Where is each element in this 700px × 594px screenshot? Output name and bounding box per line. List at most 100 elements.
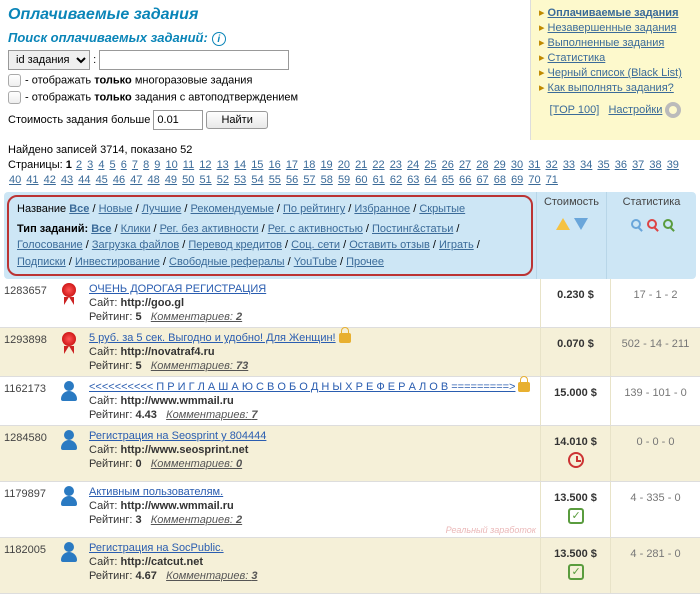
filter-link[interactable]: Рег. без активности bbox=[160, 223, 259, 235]
page-link[interactable]: 26 bbox=[442, 159, 454, 171]
page-link[interactable]: 20 bbox=[338, 159, 350, 171]
mag-green-icon[interactable] bbox=[663, 219, 673, 229]
sidebar-link[interactable]: Черный список (Black List) bbox=[548, 67, 682, 79]
page-link[interactable]: 12 bbox=[199, 159, 211, 171]
page-link[interactable]: 19 bbox=[320, 159, 332, 171]
page-link[interactable]: 59 bbox=[338, 174, 350, 186]
filter-link[interactable]: Голосование bbox=[17, 239, 83, 251]
page-link[interactable]: 38 bbox=[649, 159, 661, 171]
page-link[interactable]: 34 bbox=[580, 159, 592, 171]
page-link[interactable]: 66 bbox=[459, 174, 471, 186]
gear-icon[interactable] bbox=[665, 102, 681, 118]
page-link[interactable]: 5 bbox=[110, 159, 116, 171]
comments-link[interactable]: Комментариев: 2 bbox=[151, 514, 242, 526]
page-link[interactable]: 63 bbox=[407, 174, 419, 186]
sort-down-icon[interactable] bbox=[574, 218, 588, 230]
page-link[interactable]: 32 bbox=[546, 159, 558, 171]
filter-link[interactable]: Лучшие bbox=[142, 203, 182, 215]
filter-link[interactable]: YouTube bbox=[294, 256, 337, 268]
comments-link[interactable]: Комментариев: 3 bbox=[166, 570, 257, 582]
page-link[interactable]: 6 bbox=[121, 159, 127, 171]
page-link[interactable]: 45 bbox=[96, 174, 108, 186]
page-link[interactable]: 42 bbox=[44, 174, 56, 186]
page-link[interactable]: 70 bbox=[528, 174, 540, 186]
filter-link[interactable]: Соц. сети bbox=[291, 239, 340, 251]
page-link[interactable]: 8 bbox=[143, 159, 149, 171]
page-link[interactable]: 9 bbox=[154, 159, 160, 171]
comments-link[interactable]: Комментариев: 7 bbox=[166, 409, 257, 421]
sidebar-link[interactable]: Оплачиваемые задания bbox=[548, 7, 679, 19]
page-link[interactable]: 51 bbox=[199, 174, 211, 186]
page-link[interactable]: 27 bbox=[459, 159, 471, 171]
mag-blue-icon[interactable] bbox=[631, 219, 641, 229]
page-link[interactable]: 58 bbox=[321, 174, 333, 186]
filter-link[interactable]: Рег. с активностью bbox=[268, 223, 363, 235]
find-button[interactable]: Найти bbox=[206, 111, 267, 129]
filter-link[interactable]: Инвестирование bbox=[75, 256, 160, 268]
page-link[interactable]: 44 bbox=[78, 174, 90, 186]
comments-link[interactable]: Комментариев: 2 bbox=[151, 311, 242, 323]
page-link[interactable]: 23 bbox=[390, 159, 402, 171]
top100-link[interactable]: [TOP 100] bbox=[550, 104, 600, 116]
page-link[interactable]: 37 bbox=[632, 159, 644, 171]
page-link[interactable]: 39 bbox=[667, 159, 679, 171]
page-link[interactable]: 46 bbox=[113, 174, 125, 186]
filter-link[interactable]: Подписки bbox=[17, 256, 66, 268]
task-title-link[interactable]: ОЧЕНЬ ДОРОГАЯ РЕГИСТРАЦИЯ bbox=[89, 283, 266, 295]
page-link[interactable]: 56 bbox=[286, 174, 298, 186]
page-link[interactable]: 22 bbox=[372, 159, 384, 171]
page-link[interactable]: 2 bbox=[76, 159, 82, 171]
search-type-select[interactable]: id задания bbox=[8, 50, 90, 70]
page-link[interactable]: 17 bbox=[286, 159, 298, 171]
task-title-link[interactable]: Регистрация на Seosprint у 804444 bbox=[89, 430, 266, 442]
task-title-link[interactable]: Регистрация на SocPublic. bbox=[89, 542, 224, 554]
checkbox-auto[interactable] bbox=[8, 91, 21, 104]
filter-link[interactable]: Новые bbox=[99, 203, 133, 215]
comments-link[interactable]: Комментариев: 0 bbox=[151, 458, 242, 470]
page-link[interactable]: 48 bbox=[148, 174, 160, 186]
settings-link[interactable]: Настройки bbox=[608, 104, 662, 116]
filter-link[interactable]: Прочее bbox=[346, 256, 384, 268]
filter-link[interactable]: Клики bbox=[121, 223, 151, 235]
page-link[interactable]: 14 bbox=[234, 159, 246, 171]
filter-link[interactable]: Свободные рефералы bbox=[169, 256, 285, 268]
page-link[interactable]: 65 bbox=[442, 174, 454, 186]
filter-link[interactable]: Перевод кредитов bbox=[188, 239, 282, 251]
page-link[interactable]: 57 bbox=[303, 174, 315, 186]
filter-link[interactable]: Все bbox=[69, 203, 89, 215]
page-link[interactable]: 53 bbox=[234, 174, 246, 186]
page-link[interactable]: 16 bbox=[269, 159, 281, 171]
filter-link[interactable]: Постинг&статьи bbox=[372, 223, 453, 235]
task-title-link[interactable]: <<<<<<<<<< П Р И Г Л А Ш А Ю С В О Б О Д… bbox=[89, 381, 515, 393]
comments-link[interactable]: Комментариев: 73 bbox=[151, 360, 248, 372]
page-link[interactable]: 18 bbox=[303, 159, 315, 171]
page-link[interactable]: 67 bbox=[476, 174, 488, 186]
page-link[interactable]: 10 bbox=[165, 159, 177, 171]
page-link[interactable]: 41 bbox=[26, 174, 38, 186]
page-link[interactable]: 54 bbox=[251, 174, 263, 186]
page-link[interactable]: 69 bbox=[511, 174, 523, 186]
page-link[interactable]: 4 bbox=[98, 159, 104, 171]
sidebar-link[interactable]: Незавершенные задания bbox=[548, 22, 677, 34]
filter-link[interactable]: Скрытые bbox=[419, 203, 465, 215]
page-link[interactable]: 50 bbox=[182, 174, 194, 186]
page-link[interactable]: 49 bbox=[165, 174, 177, 186]
sidebar-link[interactable]: Выполненные задания bbox=[548, 37, 665, 49]
page-link[interactable]: 36 bbox=[615, 159, 627, 171]
page-link[interactable]: 29 bbox=[494, 159, 506, 171]
filter-link[interactable]: Играть bbox=[439, 239, 474, 251]
filter-link[interactable]: Все bbox=[91, 223, 111, 235]
search-input[interactable] bbox=[99, 50, 289, 70]
filter-link[interactable]: Избранное bbox=[354, 203, 410, 215]
mag-red-icon[interactable] bbox=[647, 219, 657, 229]
page-link[interactable]: 62 bbox=[390, 174, 402, 186]
page-link[interactable]: 13 bbox=[217, 159, 229, 171]
page-link[interactable]: 35 bbox=[597, 159, 609, 171]
page-link[interactable]: 40 bbox=[9, 174, 21, 186]
page-link[interactable]: 15 bbox=[251, 159, 263, 171]
task-title-link[interactable]: 5 руб. за 5 сек. Выгодно и удобно! Для Ж… bbox=[89, 332, 336, 344]
page-link[interactable]: 3 bbox=[87, 159, 93, 171]
page-link[interactable]: 24 bbox=[407, 159, 419, 171]
page-link[interactable]: 33 bbox=[563, 159, 575, 171]
page-link[interactable]: 31 bbox=[528, 159, 540, 171]
